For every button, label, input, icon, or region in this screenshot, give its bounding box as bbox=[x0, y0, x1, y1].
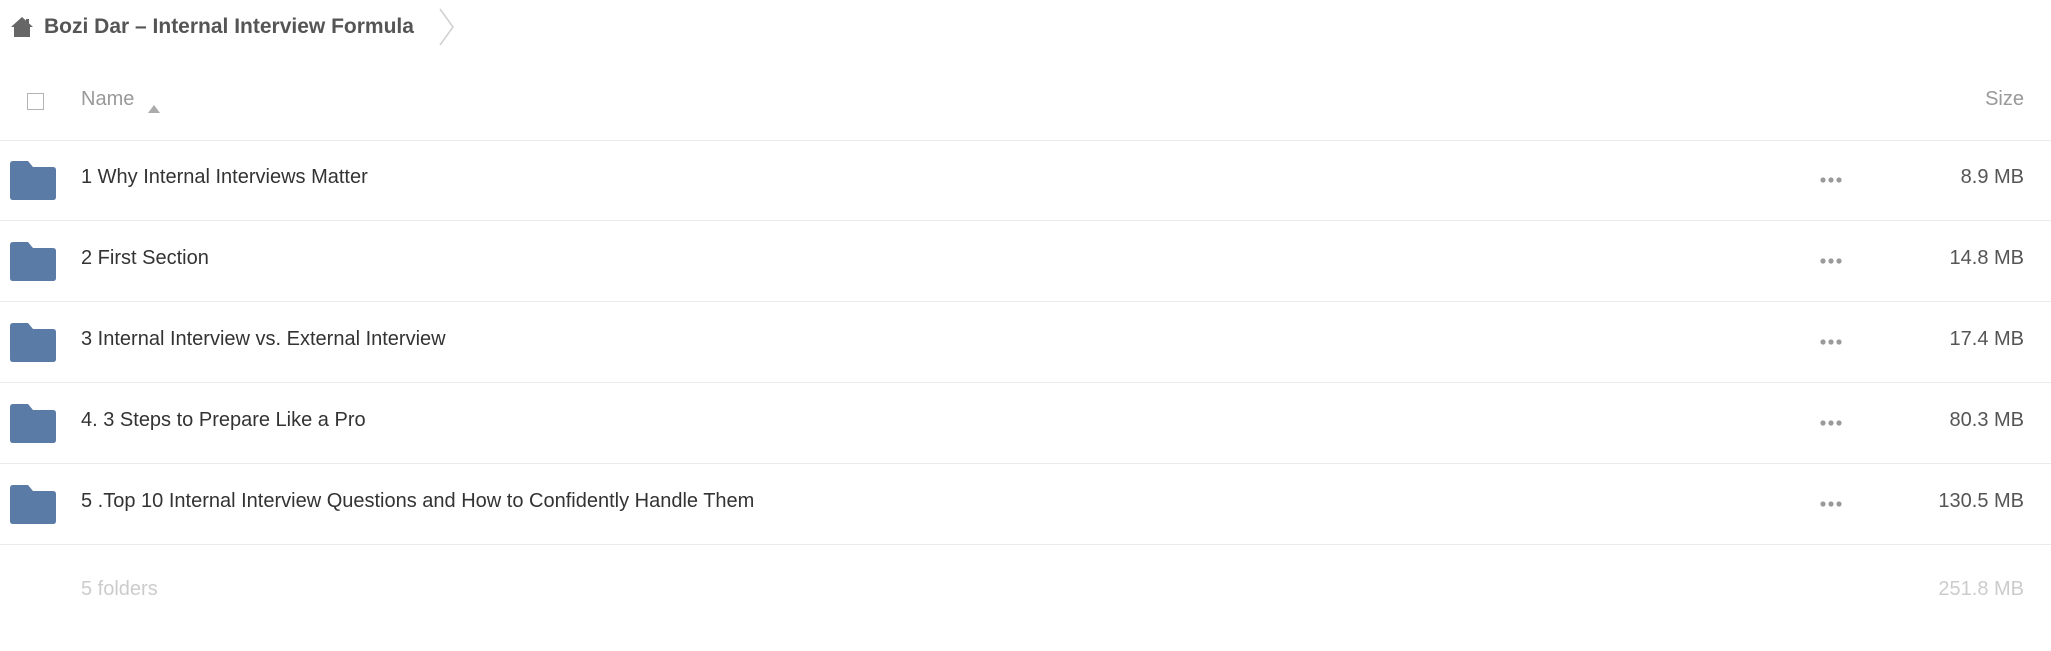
folder-icon bbox=[10, 404, 56, 443]
chevron-right-icon bbox=[438, 7, 456, 47]
folder-size: 80.3 MB bbox=[1949, 409, 2024, 431]
folder-size: 14.8 MB bbox=[1949, 247, 2024, 269]
more-horizontal-icon[interactable] bbox=[1816, 168, 1846, 192]
sort-ascending-icon bbox=[148, 96, 161, 113]
folder-size: 130.5 MB bbox=[1938, 490, 2024, 512]
table-row[interactable]: 3 Internal Interview vs. External Interv… bbox=[0, 302, 2051, 383]
folder-icon bbox=[10, 323, 56, 362]
name-column-label: Name bbox=[81, 88, 135, 110]
table-header: Name Size bbox=[0, 70, 2051, 141]
folder-name[interactable]: 5 .Top 10 Internal Interview Questions a… bbox=[81, 490, 754, 513]
folder-name[interactable]: 1 Why Internal Interviews Matter bbox=[81, 166, 368, 189]
breadcrumb-current-folder[interactable]: Bozi Dar – Internal Interview Formula bbox=[44, 15, 414, 39]
more-horizontal-icon[interactable] bbox=[1816, 249, 1846, 273]
total-size: 251.8 MB bbox=[1938, 578, 2024, 600]
breadcrumb: Bozi Dar – Internal Interview Formula bbox=[10, 0, 456, 54]
folder-name[interactable]: 4. 3 Steps to Prepare Like a Pro bbox=[81, 409, 366, 432]
select-all-checkbox[interactable] bbox=[27, 93, 44, 110]
folder-icon bbox=[10, 242, 56, 281]
home-icon[interactable] bbox=[10, 15, 34, 39]
more-horizontal-icon[interactable] bbox=[1816, 411, 1846, 435]
folder-size: 8.9 MB bbox=[1960, 166, 2024, 188]
size-column-header[interactable]: Size bbox=[1985, 88, 2024, 111]
folder-icon bbox=[10, 485, 56, 524]
folder-count: 5 folders bbox=[81, 578, 158, 600]
list-summary: 5 folders 251.8 MB bbox=[0, 572, 2051, 612]
table-row[interactable]: 2 First Section 14.8 MB bbox=[0, 221, 2051, 302]
more-horizontal-icon[interactable] bbox=[1816, 330, 1846, 354]
folder-name[interactable]: 2 First Section bbox=[81, 247, 209, 270]
folder-size: 17.4 MB bbox=[1949, 328, 2024, 350]
file-browser: Bozi Dar – Internal Interview Formula Na… bbox=[0, 0, 2051, 651]
name-column-header[interactable]: Name bbox=[81, 88, 161, 113]
folder-icon bbox=[10, 161, 56, 200]
folder-name[interactable]: 3 Internal Interview vs. External Interv… bbox=[81, 328, 446, 351]
table-row[interactable]: 5 .Top 10 Internal Interview Questions a… bbox=[0, 464, 2051, 545]
table-row[interactable]: 1 Why Internal Interviews Matter 8.9 MB bbox=[0, 140, 2051, 221]
table-row[interactable]: 4. 3 Steps to Prepare Like a Pro 80.3 MB bbox=[0, 383, 2051, 464]
file-list: 1 Why Internal Interviews Matter 8.9 MB … bbox=[0, 140, 2051, 545]
more-horizontal-icon[interactable] bbox=[1816, 492, 1846, 516]
